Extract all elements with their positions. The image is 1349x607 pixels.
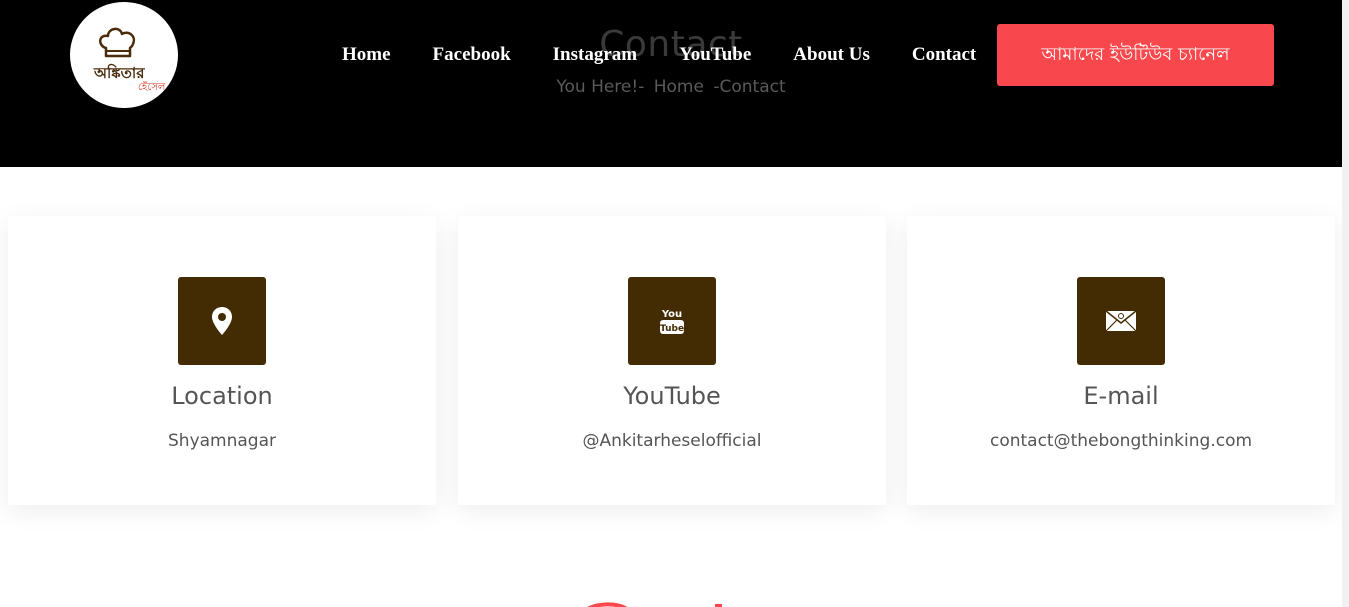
- location-pin-icon: [178, 277, 266, 365]
- contact-card-youtube: You Tube YouTube @Ankitarheselofficial: [458, 216, 886, 505]
- contact-card-location: Location Shyamnagar: [8, 216, 436, 505]
- card-text[interactable]: @Ankitarheselofficial: [458, 431, 886, 451]
- logo-subtext: হেঁসেল: [138, 82, 166, 93]
- youtube-icon[interactable]: You Tube: [628, 277, 716, 365]
- card-title: Location: [171, 382, 273, 410]
- nav-home[interactable]: Home: [342, 44, 391, 66]
- page-scrollbar[interactable]: [1342, 0, 1349, 607]
- card-text: Shyamnagar: [168, 431, 276, 451]
- site-logo[interactable]: অঙ্কিতার হেঁসেল: [70, 2, 178, 108]
- nav-contact[interactable]: Contact: [912, 44, 976, 66]
- chef-hat-icon: [99, 27, 136, 58]
- breadcrumb-home[interactable]: Home: [654, 77, 704, 97]
- card-title: E-mail: [1083, 382, 1159, 410]
- svg-text:You: You: [661, 309, 682, 320]
- nav-instagram[interactable]: Instagram: [553, 44, 637, 66]
- breadcrumb-current: -Contact: [713, 77, 786, 97]
- card-text[interactable]: contact@thebongthinking.com: [907, 431, 1335, 451]
- main-nav: Home Facebook Instagram YouTube About Us…: [342, 44, 1018, 66]
- email-icon[interactable]: [1077, 277, 1165, 365]
- nav-about-us[interactable]: About Us: [793, 44, 870, 66]
- svg-text:Tube: Tube: [660, 324, 684, 334]
- logo-text: অঙ্কিতার: [94, 64, 145, 82]
- card-title: YouTube: [623, 382, 721, 410]
- nav-facebook[interactable]: Facebook: [433, 44, 511, 66]
- nav-youtube[interactable]: YouTube: [679, 44, 751, 66]
- contact-card-email: E-mail contact@thebongthinking.com: [907, 216, 1335, 505]
- breadcrumb-prefix: You Here!-: [556, 77, 645, 97]
- section-heading-peek: [587, 602, 722, 607]
- youtube-channel-button[interactable]: আমাদের ইউটিউব চ্যানেল: [997, 24, 1274, 86]
